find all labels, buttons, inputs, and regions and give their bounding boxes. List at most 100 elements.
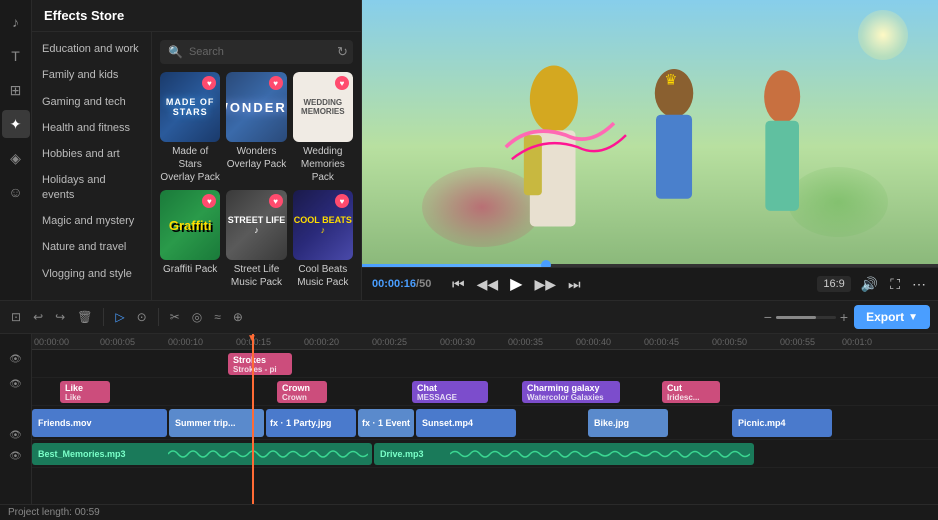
video-clip-party[interactable]: fx · 1 Party.jpg	[266, 409, 356, 437]
icon-bar: ♪ T ⊞ ✦ ◈ ☺	[0, 0, 32, 300]
track-lock-icon[interactable]: 👁	[9, 379, 22, 390]
ruler-mark-5: 00:00:25	[372, 337, 407, 347]
ruler-mark-10: 00:00:50	[712, 337, 747, 347]
cut-button[interactable]: ✂	[167, 307, 183, 327]
zoom-in-button[interactable]: +	[840, 309, 848, 325]
refresh-icon[interactable]: ↻	[337, 44, 348, 60]
zoom-bar[interactable]	[776, 316, 836, 319]
clip-like[interactable]: Like Like	[60, 381, 110, 403]
category-holidays[interactable]: Holidays and events	[32, 167, 151, 208]
video-clip-sunset[interactable]: Sunset.mp4	[416, 409, 516, 437]
effect-label-wedding: Wedding Memories Pack	[293, 145, 353, 184]
marker-button[interactable]: ◎	[189, 307, 205, 327]
audio-button[interactable]: ≈	[211, 307, 224, 327]
search-bar[interactable]: 🔍 ↻	[160, 40, 353, 64]
category-education[interactable]: Education and work	[32, 36, 151, 62]
toolbar-separator-1	[103, 308, 104, 326]
video-clip-bike[interactable]: Bike.jpg	[588, 409, 668, 437]
clip-crown[interactable]: Crown Crown	[277, 381, 327, 403]
effect-card-made-of-stars[interactable]: MADE OF STARS ♥ Made of Stars Overlay Pa…	[160, 72, 220, 184]
video-clip-friends[interactable]: Friends.mov	[32, 409, 167, 437]
ruler-mark-11: 00:00:55	[780, 337, 815, 347]
effects-nav-icon[interactable]: ✦	[2, 110, 30, 138]
total-time: /50	[416, 278, 431, 290]
effect-card-streetlife[interactable]: STREET LIFE♪ ♥ Street Life Music Pack	[226, 190, 286, 289]
text-nav-icon[interactable]: T	[2, 42, 30, 70]
video-progress-handle[interactable]	[541, 260, 551, 267]
volume-button[interactable]: 🔊	[859, 274, 880, 295]
effect-card-coolbeats[interactable]: COOL BEATS♪ ♥ Cool Beats Music Pack	[293, 190, 353, 289]
filter-nav-icon[interactable]: ◈	[2, 144, 30, 172]
fullscreen-button[interactable]: ⛶	[888, 274, 902, 295]
fav-badge-wedding: ♥	[335, 76, 349, 90]
app-container: ♪ T ⊞ ✦ ◈ ☺ Effects Store Education and …	[0, 0, 938, 520]
skip-to-start-button[interactable]: ⏮	[450, 274, 467, 295]
audio-clip-drive[interactable]: Drive.mp3	[374, 443, 754, 465]
redo-button[interactable]: ↪	[52, 307, 68, 327]
sticker-nav-icon[interactable]: ☺	[2, 178, 30, 206]
snapping-button[interactable]: ⊙	[134, 307, 150, 327]
ruler-mark-4: 00:00:20	[304, 337, 339, 347]
category-nature[interactable]: Nature and travel	[32, 234, 151, 260]
search-icon: 🔍	[168, 45, 183, 59]
clip-chat[interactable]: Chat MESSAGE	[412, 381, 488, 403]
video-clip-picnic[interactable]: Picnic.mp4	[732, 409, 832, 437]
rewind-button[interactable]: ◀◀	[475, 274, 501, 295]
video-clip-event[interactable]: fx · 1 Event	[358, 409, 414, 437]
timeline-tracks: 00:00:00 00:00:05 00:00:10 00:00:15 00:0…	[32, 334, 938, 504]
video-scene: ♛	[362, 0, 938, 267]
waveform-drive	[450, 446, 750, 462]
toolbar-separator-2	[158, 308, 159, 326]
aspect-ratio-selector[interactable]: 16:9	[817, 276, 850, 292]
fast-forward-button[interactable]: ▶▶	[532, 274, 558, 295]
video-progress-bg[interactable]	[362, 264, 938, 267]
export-dropdown-icon[interactable]: ▼	[908, 312, 918, 323]
video-clip-summer[interactable]: Summer trip...	[169, 409, 264, 437]
video-controls-bar: 00:00:16/50 ⏮ ◀◀ ▶ ▶▶ ⏭ 16:9 🔊 ⛶ ⋯	[362, 267, 938, 300]
effects-body: Education and work Family and kids Gamin…	[32, 32, 361, 300]
effect-card-wedding[interactable]: WEDDINGMEMORIES ♥ Wedding Memories Pack	[293, 72, 353, 184]
effect-card-wonders[interactable]: WONDERS ♥ Wonders Overlay Pack	[226, 72, 286, 184]
waveform-best-memories	[168, 446, 368, 462]
export-button[interactable]: Export ▼	[854, 305, 930, 329]
skip-to-end-button[interactable]: ⏭	[566, 274, 583, 295]
timeline-side: 👁 👁 👁 👁	[0, 334, 32, 504]
effects-panel-title: Effects Store	[32, 0, 361, 32]
play-mode-button[interactable]: ▷	[112, 307, 127, 327]
category-health[interactable]: Health and fitness	[32, 115, 151, 141]
effect-card-graffiti[interactable]: Graffiti ♥ Graffiti Pack	[160, 190, 220, 289]
export-label: Export	[866, 310, 904, 324]
delete-button[interactable]: 🗑	[74, 307, 95, 327]
category-gaming[interactable]: Gaming and tech	[32, 89, 151, 115]
clip-cut[interactable]: Cut Iridesc...	[662, 381, 720, 403]
more-options-button[interactable]: ⋯	[910, 274, 928, 295]
ruler-mark-0: 00:00:00	[34, 337, 69, 347]
timeline-area: ⊡ ↩ ↪ 🗑 ▷ ⊙ ✂ ◎ ≈ ⊕ − + Export ▼	[0, 300, 938, 520]
category-magic[interactable]: Magic and mystery	[32, 208, 151, 234]
playhead[interactable]	[252, 334, 254, 504]
clip-strokes[interactable]: Strokes Strokes - pi	[228, 353, 292, 375]
transition-nav-icon[interactable]: ⊞	[2, 76, 30, 104]
category-hobbies[interactable]: Hobbies and art	[32, 141, 151, 167]
effect-label-streetlife: Street Life Music Pack	[226, 263, 286, 289]
ruler-mark-2: 00:00:10	[168, 337, 203, 347]
time-ruler: 00:00:00 00:00:05 00:00:10 00:00:15 00:0…	[32, 334, 938, 350]
audio-clip-best-memories[interactable]: Best_Memories.mp3	[32, 443, 372, 465]
clip-charming-galaxy[interactable]: Charming galaxy Watercolor Galaxies	[522, 381, 620, 403]
track-audio-icon[interactable]: 👁	[9, 430, 22, 441]
split-tool-button[interactable]: ⊡	[8, 307, 24, 327]
effect-label-graffiti: Graffiti Pack	[160, 263, 220, 276]
music-nav-icon[interactable]: ♪	[2, 8, 30, 36]
track-mic-icon[interactable]: 👁	[9, 451, 22, 462]
zoom-out-button[interactable]: −	[764, 309, 772, 325]
search-input[interactable]	[189, 46, 331, 58]
category-family[interactable]: Family and kids	[32, 62, 151, 88]
track-visibility-icon[interactable]: 👁	[9, 354, 22, 365]
undo-button[interactable]: ↩	[30, 307, 46, 327]
category-vlogging[interactable]: Vlogging and style	[32, 261, 151, 287]
fav-badge-streetlife: ♥	[269, 194, 283, 208]
ruler-mark-6: 00:00:30	[440, 337, 475, 347]
play-pause-button[interactable]: ▶	[508, 272, 524, 296]
blend-button[interactable]: ⊕	[230, 307, 246, 327]
category-list: Education and work Family and kids Gamin…	[32, 32, 152, 300]
